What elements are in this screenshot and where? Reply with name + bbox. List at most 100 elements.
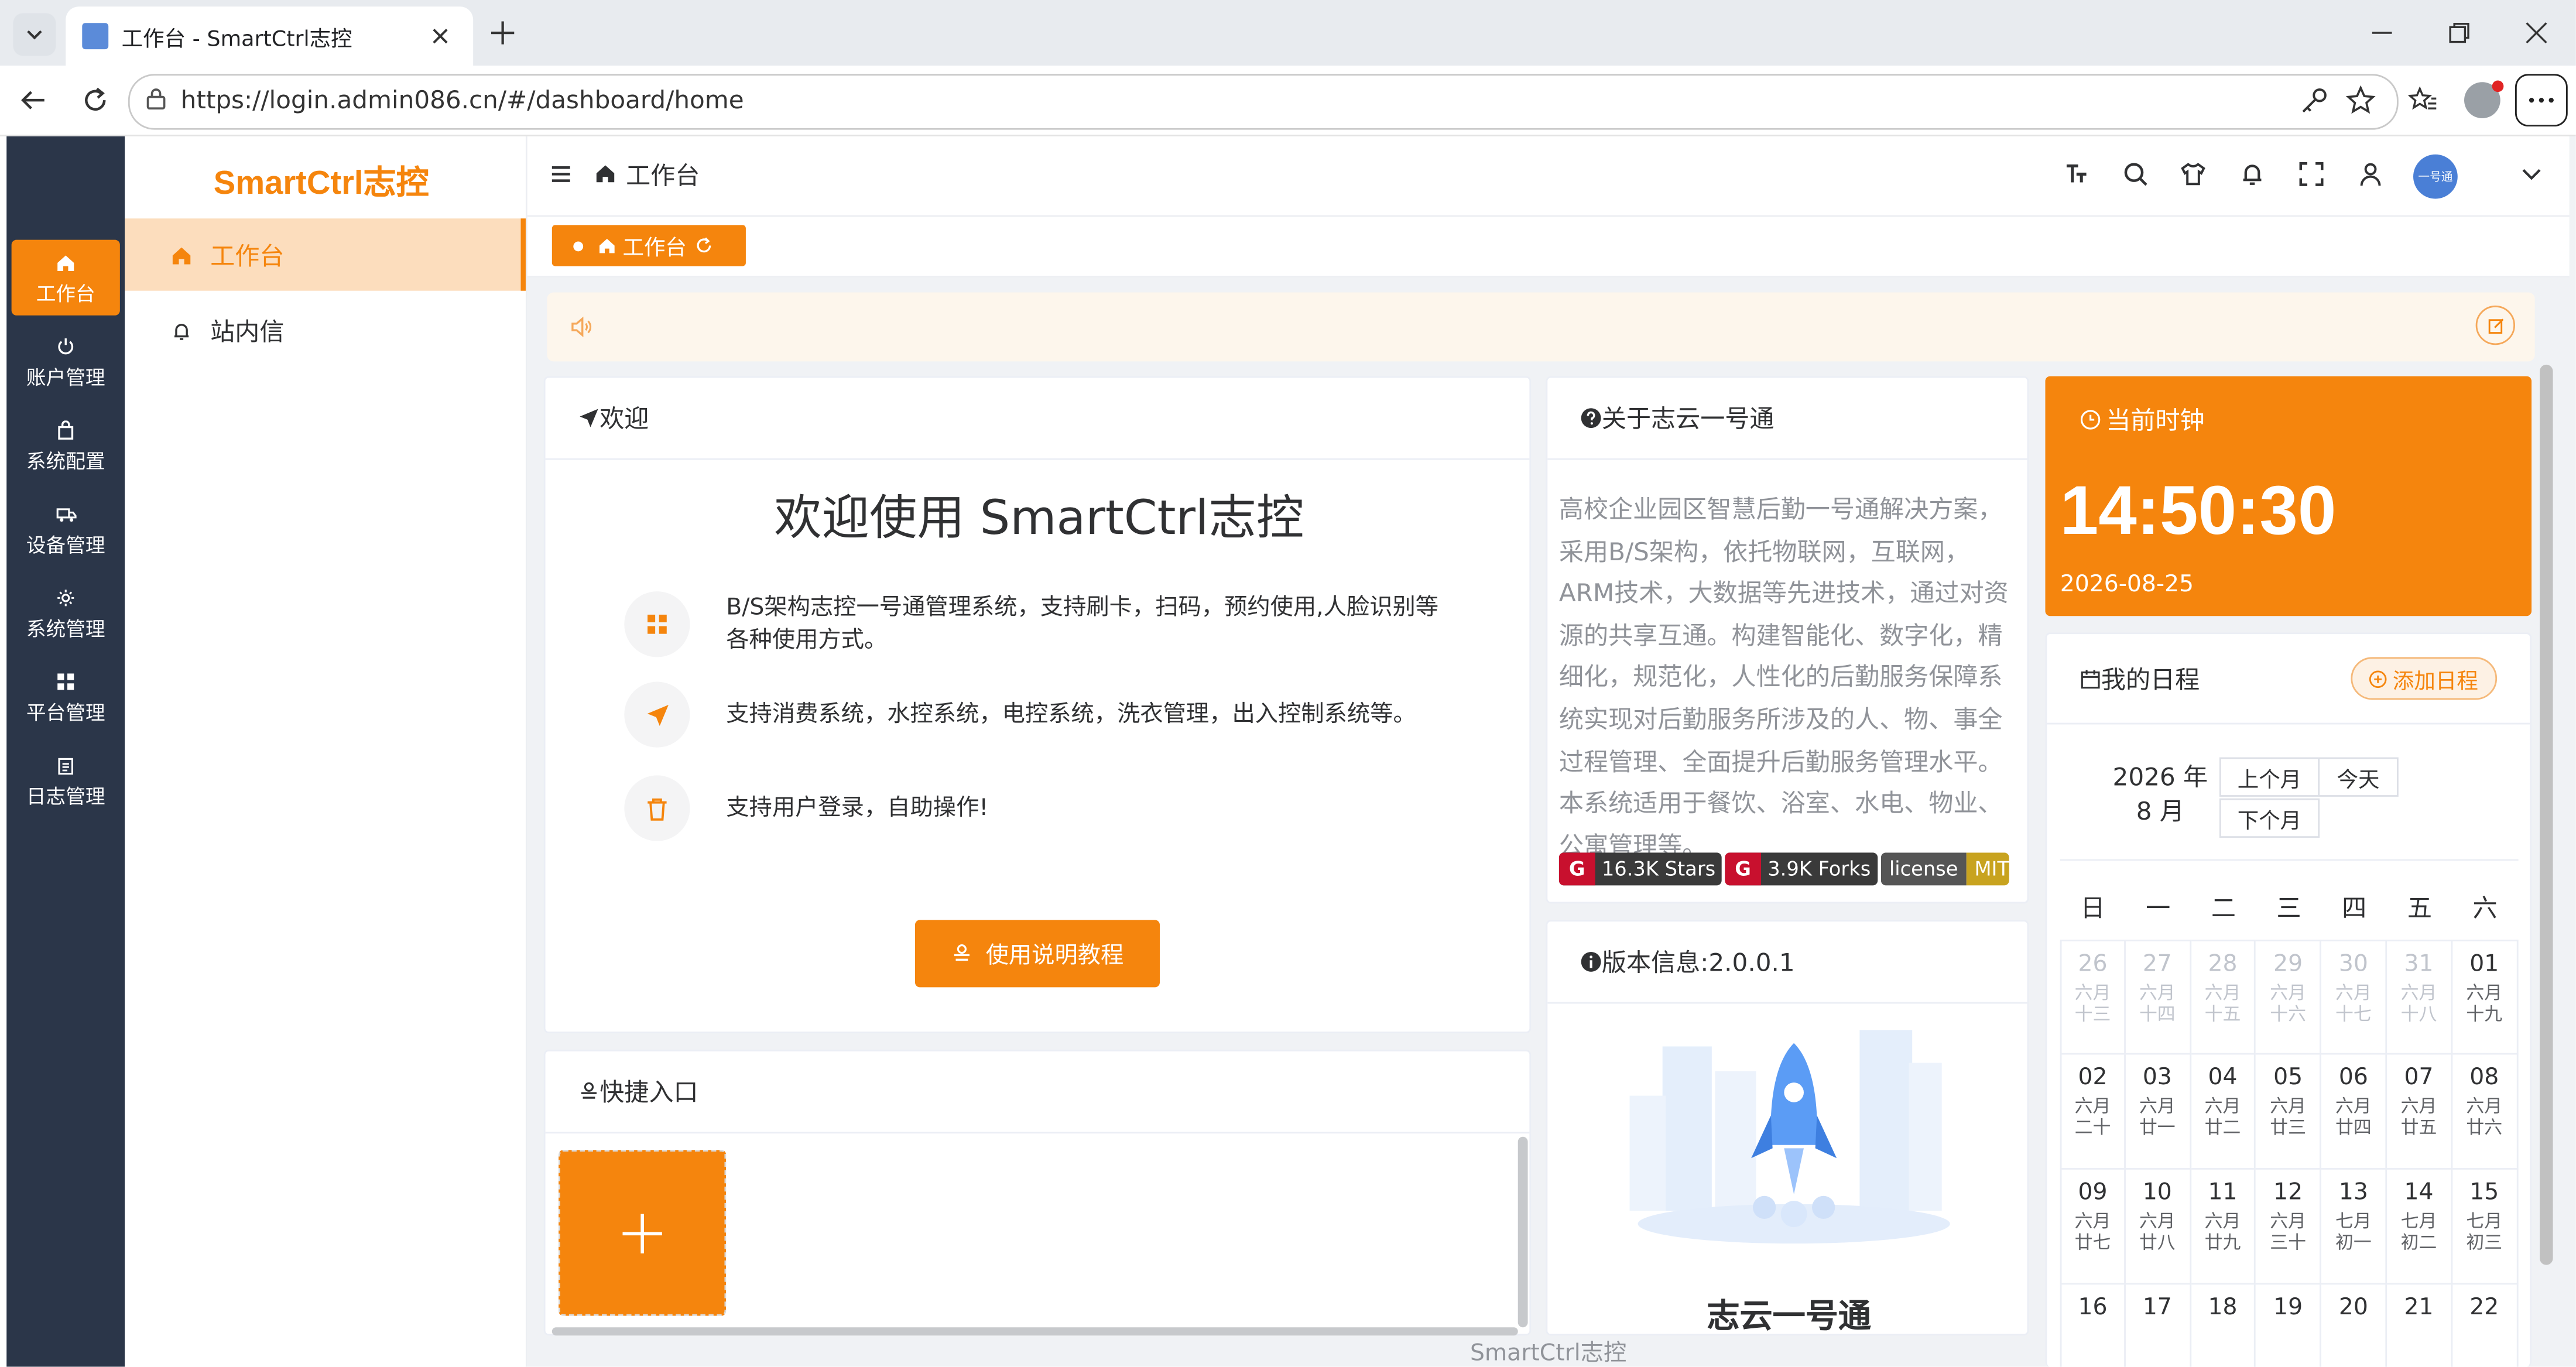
- calendar-day[interactable]: 12 六月 三十: [2256, 1169, 2322, 1285]
- license-badge[interactable]: license MIT: [1880, 852, 2009, 886]
- url-text[interactable]: https://login.admin086.cn/#/dashboard/ho…: [181, 85, 744, 115]
- calendar-day[interactable]: 06 六月 廿四: [2321, 1054, 2387, 1170]
- calendar-day[interactable]: 30 六月 十七: [2321, 940, 2387, 1055]
- avatar[interactable]: 一号通: [2413, 154, 2458, 199]
- welcome-card: 欢迎 欢迎使用 SmartCtrl志控 B/S架构志控一号通管理系统，支持刷卡，…: [543, 376, 1532, 1033]
- calendar-day-number: 10: [2142, 1179, 2172, 1206]
- about-text: 高校企业园区智慧后勤一号通解决方案，采用B/S架构，依托物联网，互联网，ARM技…: [1558, 494, 2009, 861]
- calendar-day[interactable]: 05 六月 廿三: [2256, 1054, 2322, 1170]
- chevron-down-icon[interactable]: [2522, 167, 2541, 180]
- license-badge-right: MIT: [1966, 852, 2009, 886]
- fullscreen-icon[interactable]: [2298, 161, 2325, 187]
- calendar-lunar-month: 六月: [2270, 982, 2307, 1004]
- add-schedule-label: 添加日程: [2392, 669, 2478, 694]
- restore-icon[interactable]: [2448, 21, 2471, 44]
- feature-icon-circle: [624, 681, 690, 748]
- next-month-button[interactable]: 下个月: [2219, 798, 2320, 838]
- tab-list-button[interactable]: [13, 13, 56, 56]
- calendar-day[interactable]: 14 七月 初二: [2387, 1169, 2452, 1285]
- send-icon: [580, 409, 598, 427]
- weekday-header: 五: [2407, 893, 2433, 923]
- page-scrollbar[interactable]: [2540, 364, 2553, 1265]
- calendar-day[interactable]: 02 六月 二十: [2060, 1054, 2126, 1170]
- weekday-header: 一: [2146, 893, 2171, 923]
- close-icon[interactable]: [430, 26, 450, 46]
- search-icon[interactable]: [2122, 161, 2149, 187]
- calendar-lunar-day: 初二: [2400, 1232, 2437, 1253]
- calendar-day[interactable]: 07 六月 廿五: [2387, 1054, 2452, 1170]
- footer-text: SmartCtrl志控: [1469, 1340, 1627, 1367]
- menu-toggle-icon[interactable]: [550, 165, 571, 184]
- calendar-day-number: 08: [2469, 1064, 2499, 1091]
- calendar-lunar-month: 七月: [2400, 1211, 2437, 1232]
- calendar-day[interactable]: 08 六月 廿六: [2452, 1054, 2518, 1170]
- favorites-icon[interactable]: [2408, 85, 2438, 115]
- rail-item-accounts[interactable]: 账户管理: [6, 324, 125, 399]
- edit-notice-button[interactable]: [2475, 305, 2515, 345]
- plus-icon: [622, 1213, 662, 1253]
- key-icon[interactable]: [2300, 85, 2330, 115]
- refresh-icon[interactable]: [695, 237, 713, 255]
- calendar-day[interactable]: 28 六月 十五: [2191, 940, 2256, 1055]
- rail-item-logs[interactable]: 日志管理: [6, 742, 125, 818]
- new-tab-icon[interactable]: [489, 20, 516, 46]
- add-schedule-button[interactable]: 添加日程: [2351, 657, 2498, 700]
- calendar-day[interactable]: 09 六月 廿七: [2060, 1169, 2126, 1285]
- browser-tab[interactable]: 工作台 - SmartCtrl志控: [66, 6, 474, 66]
- site-info-icon[interactable]: [145, 87, 167, 110]
- feature-item: 支持消费系统，水控系统，电控系统，洗衣管理，出入控制系统等。: [624, 681, 1449, 748]
- rail-item-config[interactable]: 系统配置: [6, 407, 125, 483]
- tutorial-button[interactable]: 使用说明教程: [914, 920, 1160, 988]
- weekday-header: 日: [2080, 893, 2105, 923]
- calendar-day[interactable]: 13 七月 初一: [2321, 1169, 2387, 1285]
- calendar-day[interactable]: 04 六月 廿二: [2191, 1054, 2256, 1170]
- shortcut-icon: [581, 1082, 597, 1099]
- tag-dashboard[interactable]: 工作台: [551, 225, 746, 266]
- shortcut-scrollbar-v[interactable]: [1517, 1136, 1528, 1328]
- grid-icon: [648, 614, 667, 634]
- rail-label: 系统配置: [26, 450, 105, 474]
- calendar-day[interactable]: 27 六月 十四: [2125, 940, 2191, 1055]
- clock-icon: [2080, 410, 2101, 430]
- calendar-lunar-month: 六月: [2074, 1211, 2111, 1232]
- today-button[interactable]: 今天: [2318, 757, 2399, 797]
- browser-menu-button[interactable]: [2515, 74, 2568, 127]
- forks-badge[interactable]: G 3.9K Forks: [1725, 852, 1878, 886]
- calendar-day[interactable]: 31 六月 十八: [2387, 940, 2452, 1055]
- calendar-day[interactable]: 29 六月 十六: [2256, 940, 2322, 1055]
- shortcut-scrollbar-h[interactable]: [551, 1327, 1518, 1336]
- calendar-day[interactable]: 15 七月 初三: [2452, 1169, 2518, 1285]
- rail-item-devices[interactable]: 设备管理: [6, 491, 125, 567]
- prev-month-button[interactable]: 上个月: [2219, 757, 2320, 797]
- calendar-day-number: 11: [2208, 1179, 2238, 1206]
- calendar-day[interactable]: 03 六月 廿一: [2125, 1054, 2191, 1170]
- minimize-icon[interactable]: [2371, 21, 2393, 44]
- reload-icon[interactable]: [80, 85, 110, 115]
- tab-title: 工作台 - SmartCtrl志控: [121, 28, 352, 53]
- back-arrow-icon[interactable]: [18, 85, 48, 115]
- rail-item-dashboard[interactable]: 工作台: [11, 239, 120, 316]
- calendar-lunar-day: 十六: [2270, 1003, 2307, 1025]
- badges: G 16.3K Stars G 3.9K Forks license MIT: [1558, 852, 2009, 886]
- calendar-day[interactable]: 11 六月 廿九: [2191, 1169, 2256, 1285]
- calendar-day[interactable]: 01 六月 十九: [2452, 940, 2518, 1055]
- rail-item-platform[interactable]: 平台管理: [6, 659, 125, 734]
- rail-item-system[interactable]: 系统管理: [6, 575, 125, 650]
- submenu-panel: SmartCtrl志控 工作台 站内信: [125, 136, 527, 1367]
- submenu-item-dashboard[interactable]: 工作台: [125, 218, 526, 291]
- window-close-icon[interactable]: [2525, 21, 2548, 44]
- calendar-day-number: 12: [2273, 1179, 2303, 1206]
- theme-shirt-icon[interactable]: [2180, 161, 2207, 187]
- rail-label: 账户管理: [26, 366, 105, 390]
- calendar-lunar-day: 廿三: [2270, 1117, 2307, 1139]
- star-icon[interactable]: [2345, 85, 2376, 115]
- calendar-day[interactable]: 26 六月 十三: [2060, 940, 2126, 1055]
- submenu-item-messages[interactable]: 站内信: [125, 294, 526, 366]
- calendar-lunar-month: 七月: [2335, 1211, 2372, 1232]
- font-size-icon[interactable]: [2063, 161, 2089, 187]
- bell-icon[interactable]: [2239, 161, 2266, 187]
- calendar-day[interactable]: 10 六月 廿八: [2125, 1169, 2191, 1285]
- user-icon[interactable]: [2358, 161, 2384, 187]
- stars-badge[interactable]: G 16.3K Stars: [1558, 852, 1722, 886]
- add-shortcut-button[interactable]: [559, 1150, 727, 1316]
